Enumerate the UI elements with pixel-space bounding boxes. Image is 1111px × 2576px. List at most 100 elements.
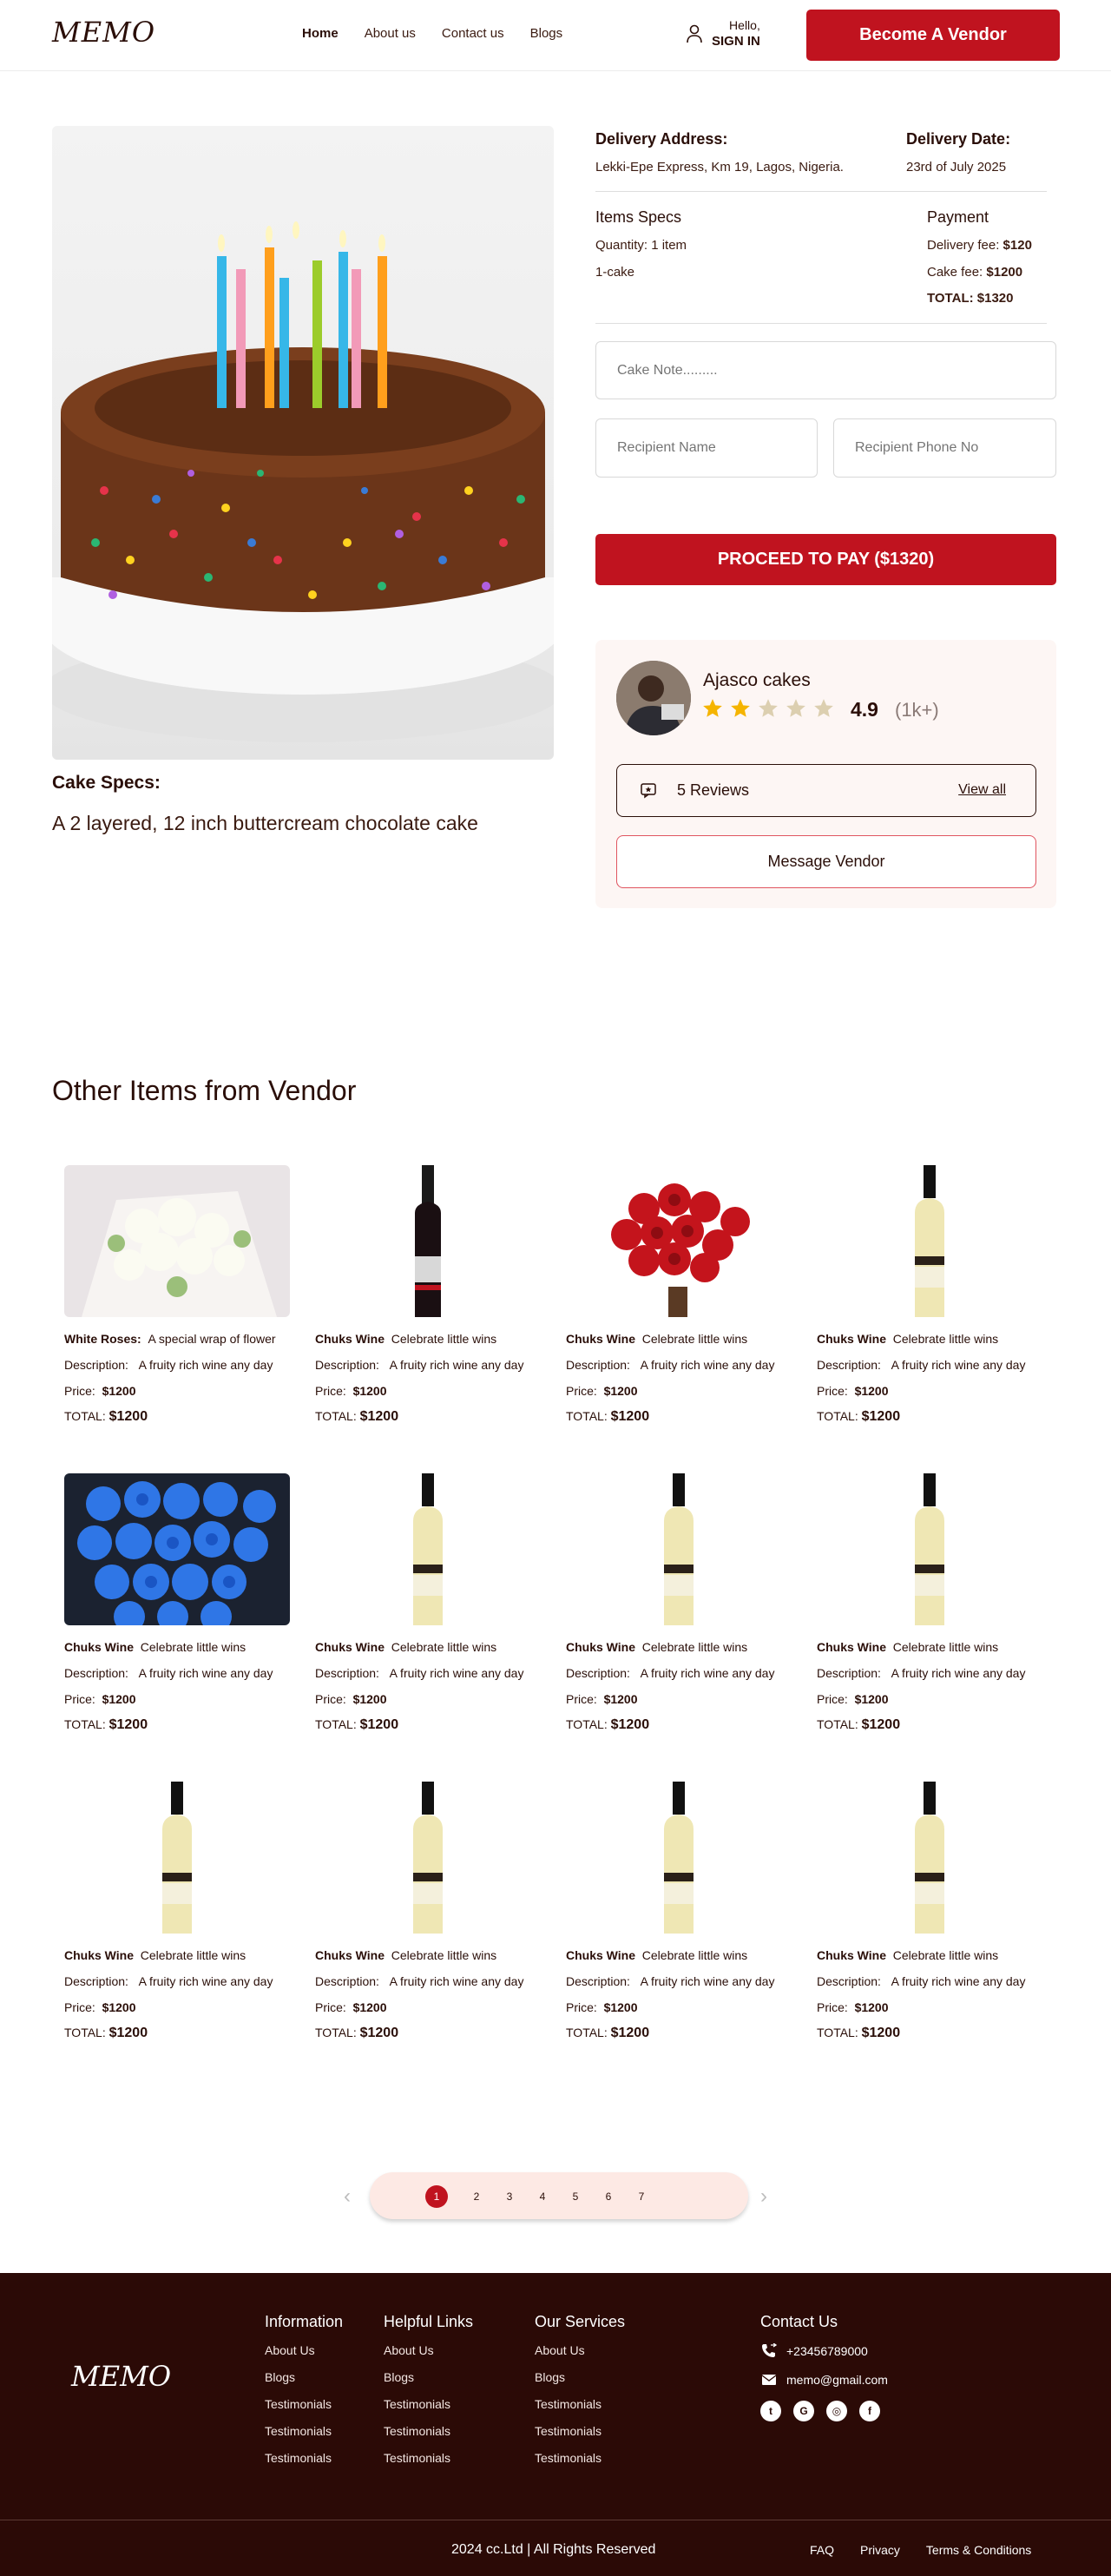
footer-link[interactable]: Testimonials bbox=[384, 2397, 473, 2411]
product-total: TOTAL: $1200 bbox=[817, 1717, 901, 1732]
footer-link[interactable]: Testimonials bbox=[384, 2451, 473, 2465]
become-vendor-button[interactable]: Become A Vendor bbox=[806, 10, 1060, 61]
footer-heading: Our Services bbox=[535, 2313, 626, 2330]
product-description: Description: A fruity rich wine any day bbox=[64, 1974, 273, 1988]
product-image[interactable] bbox=[817, 1782, 1042, 1934]
footer-link[interactable]: Testimonials bbox=[265, 2397, 343, 2411]
product-image[interactable] bbox=[64, 1782, 290, 1934]
cake-note-input[interactable] bbox=[595, 341, 1056, 399]
product-price: Price: $1200 bbox=[566, 1692, 638, 1706]
twitter-icon[interactable]: t bbox=[760, 2401, 781, 2421]
product-card[interactable]: Chuks Wine Celebrate little wins Descript… bbox=[805, 1146, 1055, 1441]
product-total: TOTAL: $1200 bbox=[566, 2026, 650, 2040]
product-image[interactable] bbox=[566, 1165, 792, 1317]
contact-email[interactable]: memo@gmail.com bbox=[760, 2373, 888, 2387]
footer-column-helpful-links: Helpful Links About Us Blogs Testimonial… bbox=[384, 2313, 473, 2478]
nav-about[interactable]: About us bbox=[365, 26, 416, 41]
product-image[interactable] bbox=[817, 1165, 1042, 1317]
google-icon[interactable]: G bbox=[793, 2401, 814, 2421]
proceed-to-pay-button[interactable]: PROCEED TO PAY ($1320) bbox=[595, 534, 1056, 585]
product-card[interactable]: Chuks Wine Celebrate little wins Descript… bbox=[52, 1762, 302, 2058]
message-vendor-button[interactable]: Message Vendor bbox=[616, 835, 1036, 888]
facebook-icon[interactable]: f bbox=[859, 2401, 880, 2421]
product-card[interactable]: Chuks Wine Celebrate little wins Descript… bbox=[554, 1454, 804, 1749]
footer-link[interactable]: Testimonials bbox=[384, 2424, 473, 2438]
product-description: Description: A fruity rich wine any day bbox=[315, 1974, 524, 1988]
dribbble-icon[interactable]: ◎ bbox=[826, 2401, 847, 2421]
product-card[interactable]: Chuks Wine Celebrate little wins Descript… bbox=[805, 1454, 1055, 1749]
product-image[interactable] bbox=[566, 1782, 792, 1934]
product-card[interactable]: Chuks Wine Celebrate little wins Descript… bbox=[303, 1146, 553, 1441]
nav-blogs[interactable]: Blogs bbox=[530, 26, 563, 41]
product-image[interactable] bbox=[315, 1165, 541, 1317]
product-title: Chuks Wine Celebrate little wins bbox=[64, 1948, 247, 1962]
page-2-button[interactable]: 2 bbox=[465, 2185, 488, 2208]
product-image[interactable] bbox=[64, 1165, 290, 1317]
footer-link[interactable]: Blogs bbox=[535, 2370, 625, 2384]
product-title: Chuks Wine Celebrate little wins bbox=[817, 1332, 999, 1346]
sign-in-link[interactable]: Hello, SIGN IN bbox=[686, 17, 760, 49]
nav-home[interactable]: Home bbox=[302, 26, 339, 41]
page-4-button[interactable]: 4 bbox=[531, 2185, 554, 2208]
product-image[interactable] bbox=[817, 1473, 1042, 1625]
product-price: Price: $1200 bbox=[566, 1384, 638, 1398]
footer-link[interactable]: Blogs bbox=[384, 2370, 473, 2384]
reviews-label: 5 Reviews bbox=[677, 781, 750, 799]
footer-link[interactable]: Testimonials bbox=[535, 2397, 625, 2411]
product-card[interactable]: Chuks Wine Celebrate little wins Descript… bbox=[805, 1762, 1055, 2058]
faq-link[interactable]: FAQ bbox=[810, 2543, 834, 2557]
product-image[interactable] bbox=[566, 1473, 792, 1625]
terms-link[interactable]: Terms & Conditions bbox=[926, 2543, 1031, 2557]
product-description: Description: A fruity rich wine any day bbox=[566, 1974, 775, 1988]
footer-link[interactable]: Blogs bbox=[265, 2370, 343, 2384]
product-card[interactable]: Chuks Wine Celebrate little wins Descript… bbox=[303, 1454, 553, 1749]
page-1-button[interactable]: 1 bbox=[425, 2185, 448, 2208]
footer-link[interactable]: Testimonials bbox=[265, 2424, 343, 2438]
product-description: Description: A fruity rich wine any day bbox=[566, 1666, 775, 1680]
footer-link[interactable]: Testimonials bbox=[535, 2451, 625, 2465]
phone-number: +23456789000 bbox=[786, 2344, 868, 2358]
product-price: Price: $1200 bbox=[64, 2000, 136, 2014]
prev-page-icon[interactable]: ‹ bbox=[344, 2184, 351, 2209]
footer-contact: Contact Us +23456789000 memo@gmail.com t… bbox=[760, 2313, 888, 2421]
cake-specs-text: A 2 layered, 12 inch buttercream chocola… bbox=[52, 812, 478, 834]
footer-link[interactable]: About Us bbox=[384, 2343, 473, 2357]
footer-link[interactable]: Testimonials bbox=[265, 2451, 343, 2465]
product-card[interactable]: Chuks Wine Celebrate little wins Descript… bbox=[554, 1146, 804, 1441]
page-3-button[interactable]: 3 bbox=[498, 2185, 521, 2208]
email-address: memo@gmail.com bbox=[786, 2373, 888, 2387]
recipient-phone-input[interactable] bbox=[833, 418, 1056, 478]
logo[interactable]: MEMO bbox=[52, 16, 155, 49]
delivery-fee-row: Delivery fee: $120 bbox=[927, 238, 1032, 253]
contact-heading: Contact Us bbox=[760, 2313, 838, 2330]
product-image[interactable] bbox=[315, 1782, 541, 1934]
page-6-button[interactable]: 6 bbox=[597, 2185, 620, 2208]
footer-column-information: Information About Us Blogs Testimonials … bbox=[265, 2313, 343, 2478]
product-card[interactable]: Chuks Wine Celebrate little wins Descript… bbox=[52, 1454, 302, 1749]
nav-contact[interactable]: Contact us bbox=[442, 26, 504, 41]
privacy-link[interactable]: Privacy bbox=[860, 2543, 900, 2557]
star-filled-icon bbox=[703, 699, 722, 717]
copyright: 2024 cc.Ltd | All Rights Reserved bbox=[451, 2542, 656, 2557]
product-total: TOTAL: $1200 bbox=[315, 2026, 399, 2040]
vendor-avatar bbox=[616, 661, 691, 735]
product-description: Description: A fruity rich wine any day bbox=[315, 1666, 524, 1680]
recipient-name-input[interactable] bbox=[595, 418, 818, 478]
page-7-button[interactable]: 7 bbox=[630, 2185, 653, 2208]
footer-link[interactable]: About Us bbox=[265, 2343, 343, 2357]
vendor-rating: 4.9 bbox=[851, 698, 878, 721]
product-card[interactable]: White Roses: A special wrap of flower Des… bbox=[52, 1146, 302, 1441]
product-image[interactable] bbox=[64, 1473, 290, 1625]
page-5-button[interactable]: 5 bbox=[564, 2185, 587, 2208]
product-card[interactable]: Chuks Wine Celebrate little wins Descript… bbox=[303, 1762, 553, 2058]
contact-phone[interactable]: +23456789000 bbox=[760, 2343, 888, 2359]
product-card[interactable]: Chuks Wine Celebrate little wins Descript… bbox=[554, 1762, 804, 2058]
footer: MEMO Information About Us Blogs Testimon… bbox=[0, 2273, 1111, 2576]
user-icon bbox=[687, 24, 702, 43]
footer-link[interactable]: About Us bbox=[535, 2343, 625, 2357]
next-page-icon[interactable]: › bbox=[760, 2184, 767, 2209]
product-image[interactable] bbox=[315, 1473, 541, 1625]
view-all-reviews-link[interactable]: View all bbox=[958, 782, 1006, 798]
footer-link[interactable]: Testimonials bbox=[535, 2424, 625, 2438]
footer-logo[interactable]: MEMO bbox=[71, 2360, 171, 2393]
